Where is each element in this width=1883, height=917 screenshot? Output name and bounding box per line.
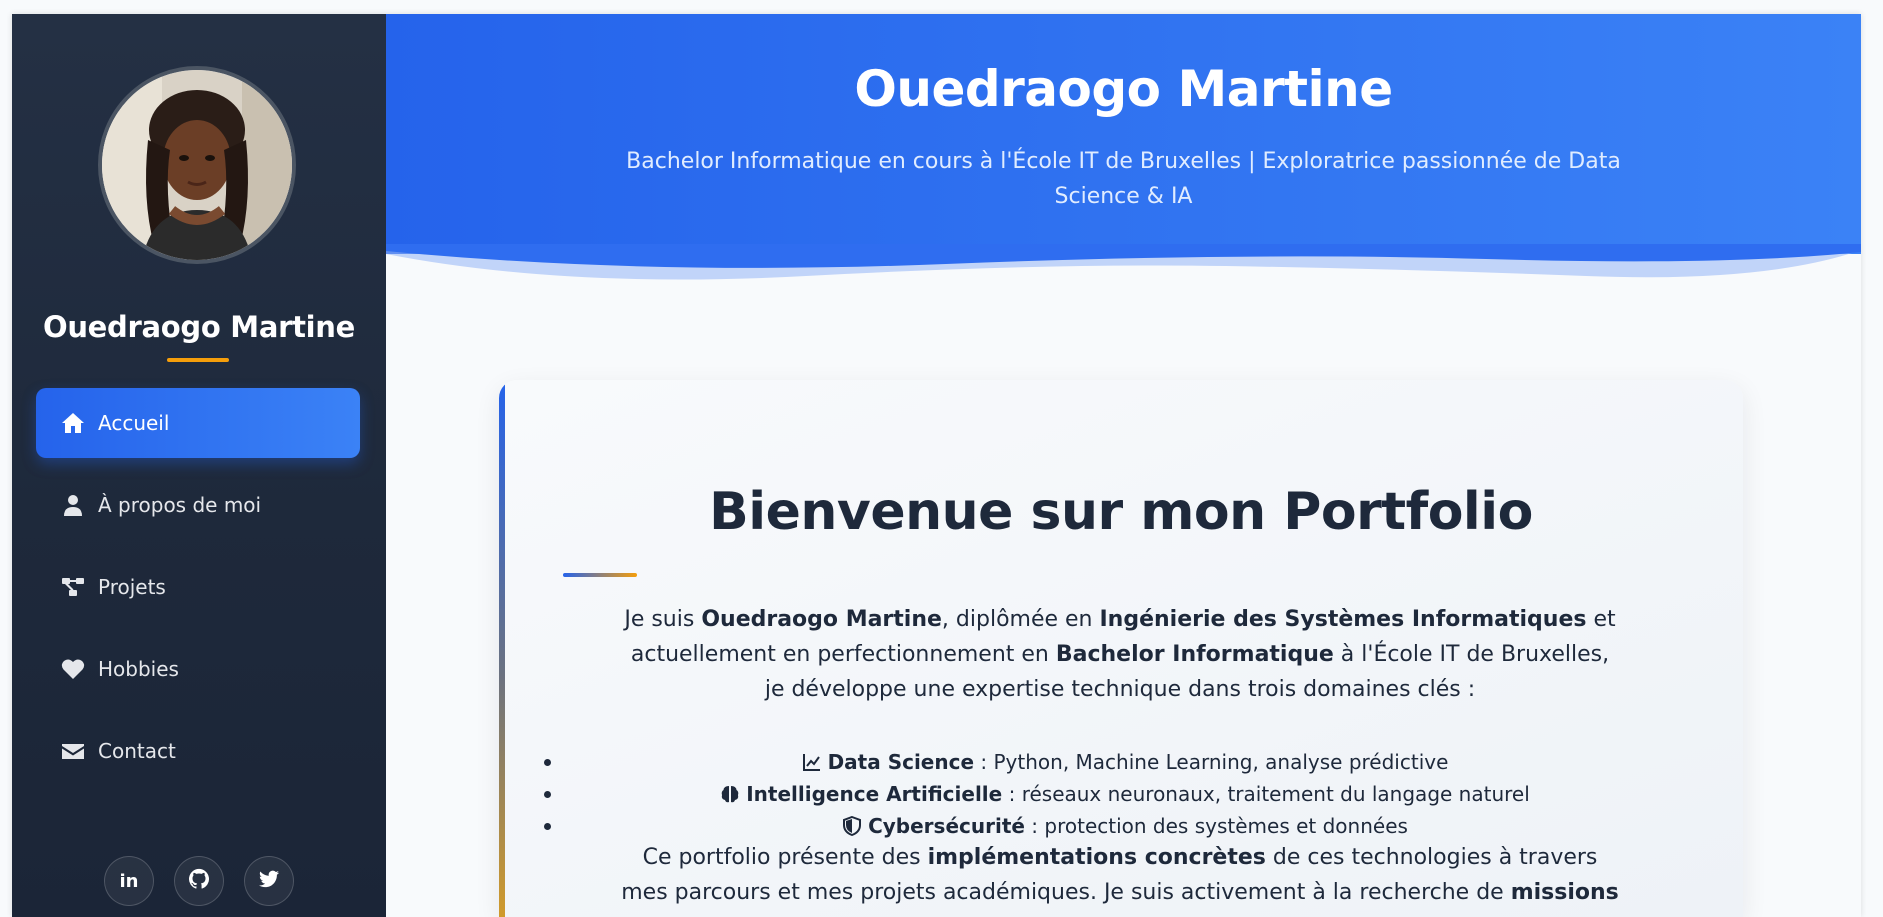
hero-header: Ouedraogo Martine Bachelor Informatique … xyxy=(386,14,1861,284)
user-icon xyxy=(60,492,86,518)
shield-icon xyxy=(842,813,862,837)
brain-icon xyxy=(720,781,740,803)
nav-item-a-propos[interactable]: À propos de moi xyxy=(36,470,360,540)
header-subtitle: Bachelor Informatique en cours à l'École… xyxy=(626,149,1621,209)
project-diagram-icon xyxy=(60,574,86,600)
outro-highlight: missions xyxy=(1510,880,1619,905)
profile-photo xyxy=(102,70,292,260)
card-accent-bar xyxy=(499,380,505,917)
intro-text: , diplômée en xyxy=(941,607,1100,632)
name-underline xyxy=(167,358,229,362)
skill-title: Data Science xyxy=(827,750,975,774)
sidebar: Ouedraogo Martine Accueil À propos de mo… xyxy=(12,14,386,917)
nav-label: À propos de moi xyxy=(98,493,262,517)
welcome-heading: Bienvenue sur mon Portfolio xyxy=(709,482,1533,542)
intro-paragraph: Je suis Ouedraogo Martine, diplômée en I… xyxy=(620,602,1620,707)
home-icon xyxy=(60,410,86,436)
skill-desc: : réseaux neuronaux, traitement du langa… xyxy=(1002,782,1530,806)
intro-text: Je suis xyxy=(624,607,702,632)
github-button[interactable] xyxy=(174,856,224,906)
nav-label: Accueil xyxy=(98,411,170,435)
linkedin-icon: in xyxy=(119,870,139,892)
profile-avatar xyxy=(98,66,296,264)
skills-list: Data Science : Python, Machine Learning,… xyxy=(540,746,1710,842)
twitter-icon xyxy=(258,868,280,895)
skill-item: Data Science : Python, Machine Learning,… xyxy=(540,746,1710,778)
intro-degree: Ingénierie des Systèmes Informatiques xyxy=(1099,607,1587,632)
nav-item-projets[interactable]: Projets xyxy=(36,552,360,622)
social-links: in xyxy=(12,856,386,906)
linkedin-button[interactable]: in xyxy=(104,856,154,906)
outro-paragraph: Ce portfolio présente des implémentation… xyxy=(620,840,1620,910)
heart-icon xyxy=(60,656,86,682)
skill-desc: : Python, Machine Learning, analyse préd… xyxy=(974,750,1449,774)
nav-item-accueil[interactable]: Accueil xyxy=(36,388,360,458)
nav-label: Projets xyxy=(98,575,166,599)
intro-name: Ouedraogo Martine xyxy=(701,607,942,632)
nav-label: Contact xyxy=(98,739,176,763)
chart-line-icon xyxy=(802,749,822,771)
header-title: Ouedraogo Martine xyxy=(854,60,1393,118)
outro-text: Ce portfolio présente des xyxy=(642,845,928,870)
nav-item-contact[interactable]: Contact xyxy=(36,716,360,786)
skill-title: Intelligence Artificielle xyxy=(746,782,1003,806)
heading-underline xyxy=(563,573,637,577)
twitter-button[interactable] xyxy=(244,856,294,906)
github-icon xyxy=(188,868,210,895)
envelope-icon xyxy=(60,738,86,764)
sidebar-name: Ouedraogo Martine xyxy=(42,310,356,344)
skill-item: Intelligence Artificielle : réseaux neur… xyxy=(540,778,1710,810)
skill-desc: : protection des systèmes et données xyxy=(1024,814,1408,838)
outro-highlight: implémentations concrètes xyxy=(927,845,1266,870)
nav-label: Hobbies xyxy=(98,657,179,681)
nav-item-hobbies[interactable]: Hobbies xyxy=(36,634,360,704)
skill-item: Cybersécurité : protection des systèmes … xyxy=(540,810,1710,842)
intro-bachelor: Bachelor Informatique xyxy=(1055,642,1334,667)
skill-title: Cybersécurité xyxy=(868,814,1025,838)
